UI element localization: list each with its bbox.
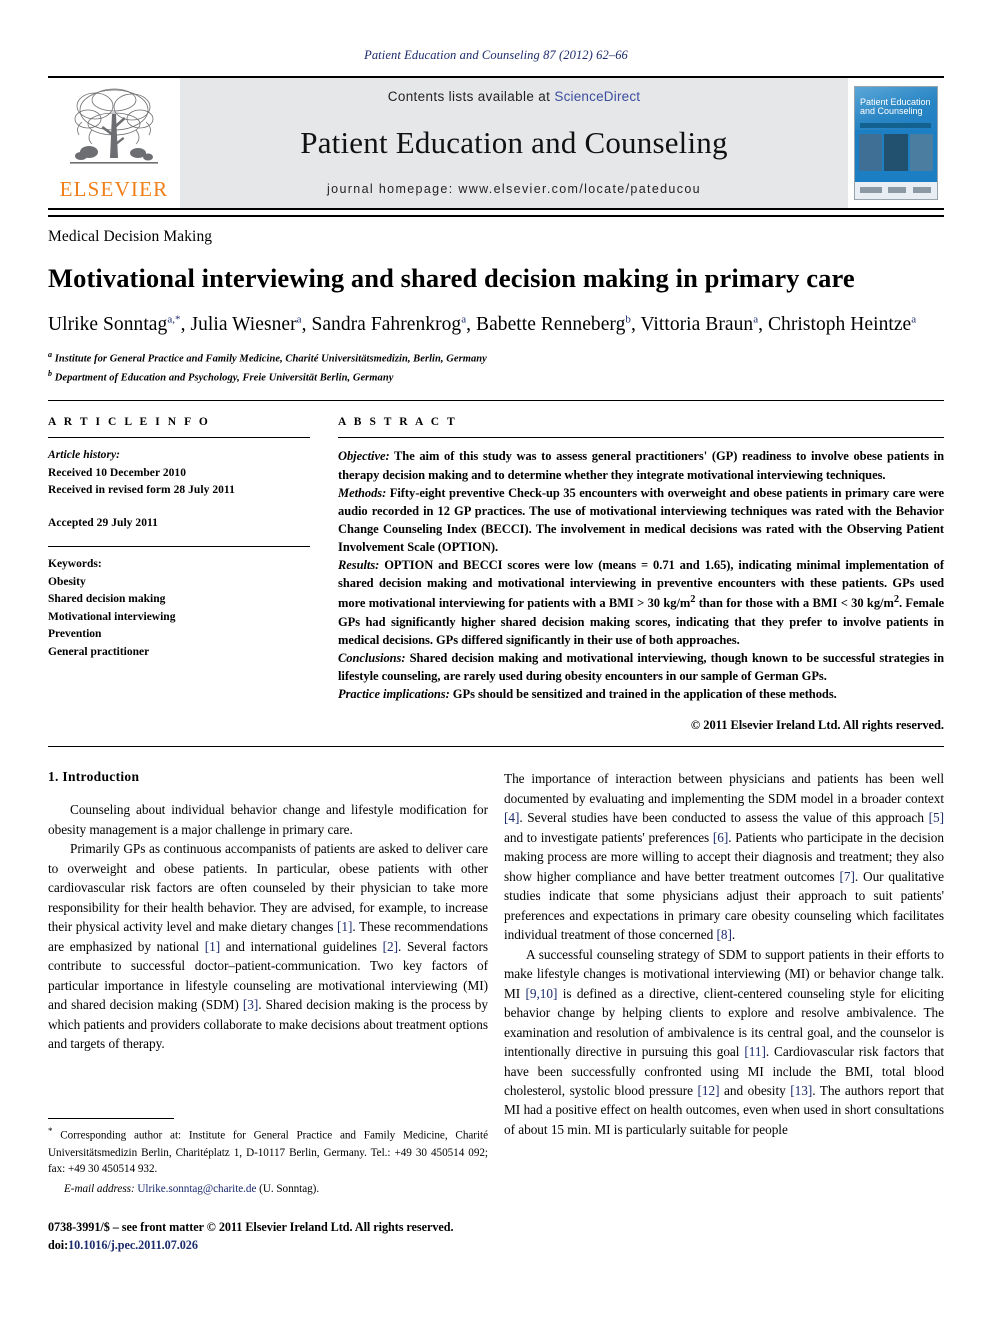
affiliations: a Institute for General Practice and Fam…: [48, 349, 944, 387]
body-column-right: The importance of interaction between ph…: [504, 769, 944, 1139]
article-section-label: Medical Decision Making: [48, 228, 213, 245]
revised-date: Received in revised form 28 July 2011: [48, 484, 235, 497]
email-link[interactable]: Ulrike.sonntag@charite.de: [135, 1183, 256, 1195]
citation-ref[interactable]: [1]: [337, 919, 352, 934]
abstract-copyright: © 2011 Elsevier Ireland Ltd. All rights …: [690, 718, 944, 733]
masthead-center: Contents lists available at ScienceDirec…: [180, 78, 848, 208]
cover-title-line2: and Counseling: [860, 106, 923, 117]
citation-ref[interactable]: [3]: [243, 997, 258, 1012]
abstract-rule: [338, 437, 944, 439]
abstract-conclusions: Conclusions: Shared decision making and …: [338, 649, 944, 685]
cover-subtitle-bar: [860, 123, 931, 128]
doi-line: doi:10.1016/j.pec.2011.07.026: [48, 1236, 508, 1254]
citation-ref[interactable]: [11]: [744, 1044, 766, 1059]
abstract-methods-text: Fifty-eight preventive Check-up 35 encou…: [338, 485, 944, 555]
imprint-block: 0738-3991/$ – see front matter © 2011 El…: [48, 1218, 508, 1255]
citation-ref[interactable]: [5]: [929, 810, 944, 825]
article-history: Article history: Received 10 December 20…: [48, 447, 310, 532]
email-suffix: (U. Sonntag).: [256, 1183, 320, 1196]
elsevier-wordmark: ELSEVIER: [59, 177, 169, 201]
body-columns: 1. Introduction Counseling about individ…: [48, 769, 944, 1139]
journal-homepage-line[interactable]: journal homepage: www.elsevier.com/locat…: [327, 182, 701, 196]
citation-ref[interactable]: [6]: [713, 830, 728, 845]
citation-ref[interactable]: [2]: [383, 939, 398, 954]
email-label: E-mail address:: [64, 1183, 135, 1196]
corresponding-author-footnote: * Corresponding author at: Institute for…: [48, 1118, 488, 1198]
contents-available-line: Contents lists available at ScienceDirec…: [388, 89, 641, 104]
abstract-heading: A B S T R A C T: [338, 416, 458, 429]
article-info-heading: A R T I C L E I N F O: [48, 416, 211, 429]
keywords-rule: [48, 546, 310, 548]
abstract-methods-label: Methods:: [338, 485, 387, 500]
body-column-left: 1. Introduction Counseling about individ…: [48, 769, 488, 1139]
footnote-rule: [48, 1118, 174, 1119]
keyword-item: General practitioner: [48, 645, 150, 658]
cover-title-text: Patient Education and Counseling: [860, 97, 933, 117]
running-head: Patient Education and Counseling 87 (201…: [364, 48, 628, 62]
abstract-objective: Objective: The aim of this study was to …: [338, 447, 944, 483]
citation-ref[interactable]: [1]: [205, 939, 220, 954]
cover-image: Patient Education and Counseling: [854, 86, 938, 200]
journal-masthead: ELSEVIER Contents lists available at Sci…: [48, 76, 944, 210]
journal-cover-thumbnail: Patient Education and Counseling: [848, 78, 944, 208]
abstract-implications-label: Practice implications:: [338, 687, 450, 702]
doi-link[interactable]: 10.1016/j.pec.2011.07.026: [68, 1238, 198, 1252]
masthead-bottom-rule: [48, 215, 944, 217]
author-list: Ulrike Sonntaga,*, Julia Wiesnera, Sandr…: [48, 313, 917, 336]
article-info-column: A R T I C L E I N F O Article history: R…: [48, 416, 310, 734]
footnote-email-line: E-mail address: Ulrike.sonntag@charite.d…: [48, 1181, 488, 1198]
accepted-date: Accepted 29 July 2011: [48, 516, 158, 529]
received-date: Received 10 December 2010: [48, 466, 187, 479]
article-page: Patient Education and Counseling 87 (201…: [0, 0, 992, 1323]
issn-copyright-line: 0738-3991/$ – see front matter © 2011 El…: [48, 1220, 454, 1234]
keywords-label: Keywords:: [48, 558, 102, 571]
contents-prefix: Contents lists available at: [387, 89, 555, 104]
title-block-rule: [48, 400, 944, 402]
citation-ref[interactable]: [8]: [717, 927, 732, 942]
abstract-conclusions-text: Shared decision making and motivational …: [338, 650, 944, 684]
footnote-corresponding-text: * Corresponding author at: Institute for…: [48, 1126, 488, 1176]
cover-bottom-band: [855, 182, 937, 199]
affiliation-b: b Department of Education and Psychology…: [48, 368, 394, 384]
journal-title: Patient Education and Counseling: [300, 124, 728, 160]
sciencedirect-link[interactable]: ScienceDirect: [554, 89, 640, 104]
citation-ref[interactable]: [4]: [504, 810, 519, 825]
intro-paragraph-2: Primarily GPs as continuous accompanists…: [48, 841, 489, 1052]
article-history-label: Article history:: [48, 449, 121, 462]
keyword-item: Obesity: [48, 575, 86, 588]
citation-ref[interactable]: [9,10]: [526, 986, 558, 1001]
introduction-heading: 1. Introduction: [48, 769, 140, 785]
info-abstract-region: A R T I C L E I N F O Article history: R…: [48, 416, 944, 734]
affiliation-a: a Institute for General Practice and Fam…: [48, 349, 487, 365]
keyword-item: Shared decision making: [48, 593, 166, 606]
abstract-implications: Practice implications: GPs should be sen…: [338, 685, 944, 703]
page-title: Motivational interviewing and shared dec…: [48, 263, 855, 293]
keyword-item: Motivational interviewing: [48, 610, 176, 623]
elsevier-tree-icon: [70, 88, 158, 164]
keyword-item: Prevention: [48, 628, 102, 641]
doi-prefix: doi:: [48, 1238, 69, 1253]
intro-paragraph-3: The importance of interaction between ph…: [504, 771, 945, 943]
abstract-body: Objective: The aim of this study was to …: [338, 447, 944, 734]
abstract-results-label: Results:: [338, 558, 380, 573]
abstract-objective-label: Objective:: [338, 449, 390, 464]
abstract-bottom-rule: [48, 746, 944, 748]
abstract-results: Results: OPTION and BECCI scores were lo…: [338, 556, 944, 649]
abstract-column: A B S T R A C T Objective: The aim of th…: [338, 416, 944, 734]
intro-paragraph-4: A successful counseling strategy of SDM …: [504, 946, 944, 1137]
intro-paragraph-1: Counseling about individual behavior cha…: [48, 802, 488, 837]
abstract-objective-text: The aim of this study was to assess gene…: [338, 449, 944, 482]
cover-photo-strip: [859, 134, 933, 171]
elsevier-logo: ELSEVIER: [48, 78, 180, 208]
article-info-rule: [48, 437, 310, 439]
keywords-block: Keywords: Obesity Shared decision making…: [48, 556, 310, 661]
citation-ref[interactable]: [7]: [840, 869, 855, 884]
abstract-conclusions-label: Conclusions:: [338, 650, 406, 665]
citation-ref[interactable]: [12]: [698, 1083, 720, 1098]
citation-ref[interactable]: [13]: [790, 1083, 812, 1098]
abstract-implications-text: GPs should be sensitized and trained in …: [449, 687, 837, 702]
abstract-methods: Methods: Fifty-eight preventive Check-up…: [338, 484, 944, 557]
abstract-results-text-2: than for those with a BMI < 30 kg/m: [695, 596, 894, 611]
